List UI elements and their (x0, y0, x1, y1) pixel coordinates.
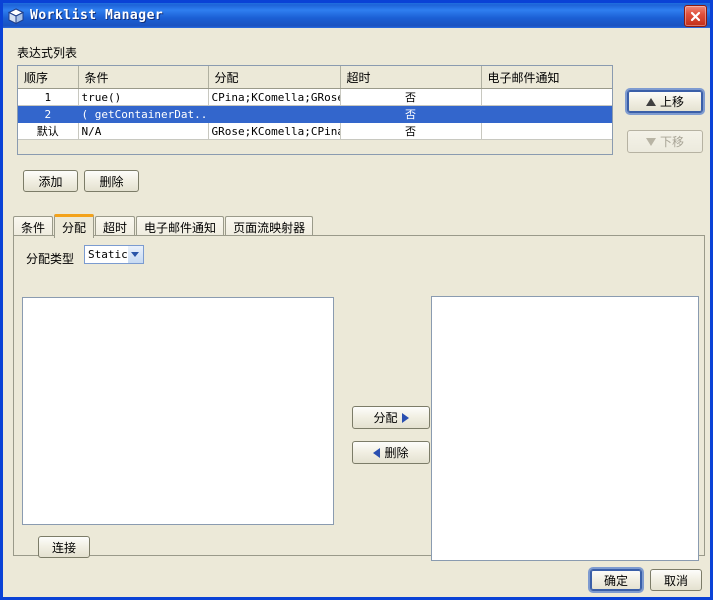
triangle-left-icon (373, 447, 381, 458)
expression-table[interactable]: 顺序 条件 分配 超时 电子邮件通知 1 true() CPina;KComel… (17, 65, 613, 155)
cell-condition: N/A (78, 122, 209, 140)
cell-email-notify (481, 105, 612, 123)
cancel-label: 取消 (663, 573, 688, 588)
connect-label: 连接 (51, 540, 76, 555)
tab-email-notification[interactable]: 电子邮件通知 (136, 216, 225, 237)
column-header-timeout[interactable]: 超时 (340, 66, 482, 89)
table-header-row: 顺序 条件 分配 超时 电子邮件通知 (18, 66, 612, 89)
move-down-label: 下移 (659, 135, 684, 149)
worklist-manager-window: Worklist Manager 表达式列表 顺序 条件 分配 超时 电子邮件通… (0, 0, 713, 600)
table-row[interactable]: 默认 N/A GRose;KComella;CPina; 否 (18, 122, 612, 140)
client-area: 表达式列表 顺序 条件 分配 超时 电子邮件通知 1 true() CPina;… (3, 28, 710, 597)
expression-list-label: 表达式列表 (17, 46, 78, 60)
cell-order: 默认 (18, 122, 79, 140)
delete-label: 删除 (99, 174, 124, 189)
column-header-order[interactable]: 顺序 (18, 66, 79, 89)
tab-label: 超时 (103, 220, 128, 235)
tab-label: 条件 (21, 220, 46, 235)
tab-label: 电子邮件通知 (144, 220, 217, 235)
cell-timeout: 否 (340, 122, 482, 140)
triangle-down-icon (645, 137, 656, 146)
tab-label: 分配 (62, 221, 87, 235)
assign-button[interactable]: 分配 (352, 406, 430, 429)
assign-label: 分配 (373, 411, 398, 425)
cancel-button[interactable]: 取消 (650, 569, 702, 591)
tab-label: 页面流映射器 (233, 220, 306, 235)
tab-strip: 条件 分配 超时 电子邮件通知 页面流映射器 (13, 214, 314, 238)
close-icon[interactable] (684, 5, 707, 27)
table-empty-area (18, 139, 612, 154)
window-title: Worklist Manager (30, 8, 164, 23)
move-up-button[interactable]: 上移 (627, 90, 703, 113)
cell-timeout: 否 (340, 105, 482, 123)
available-list[interactable] (22, 297, 334, 525)
table-row[interactable]: 1 true() CPina;KComella;GRose; 否 (18, 88, 612, 106)
table-row[interactable]: 2 ( getContainerDat... 否 (18, 105, 612, 123)
cell-timeout: 否 (340, 88, 482, 106)
tab-assignment[interactable]: 分配 (54, 214, 95, 238)
assigned-list[interactable] (431, 296, 699, 561)
tab-panel-assignment: 分配类型 Static 分配 删除 连接 (13, 235, 705, 561)
cell-condition: ( getContainerDat... (78, 105, 209, 123)
column-header-condition[interactable]: 条件 (78, 66, 209, 89)
add-button[interactable]: 添加 (23, 170, 78, 192)
cell-assignment: GRose;KComella;CPina; (208, 122, 341, 140)
ok-label: 确定 (603, 573, 628, 588)
title-bar[interactable]: Worklist Manager (3, 3, 710, 28)
cell-email-notify (481, 88, 612, 106)
tab-timeout[interactable]: 超时 (95, 216, 136, 237)
cell-assignment (208, 105, 341, 123)
connect-button[interactable]: 连接 (38, 536, 90, 558)
cell-email-notify (481, 122, 612, 140)
cube-icon (7, 7, 25, 25)
chevron-down-icon[interactable] (127, 246, 143, 263)
move-up-label: 上移 (659, 95, 684, 109)
move-down-button[interactable]: 下移 (627, 130, 703, 153)
add-label: 添加 (38, 174, 63, 189)
delete-button[interactable]: 删除 (84, 170, 139, 192)
cell-condition: true() (78, 88, 209, 106)
assignment-type-select[interactable]: Static (84, 245, 144, 264)
triangle-right-icon (401, 412, 409, 423)
tab-condition[interactable]: 条件 (13, 216, 54, 237)
triangle-up-icon (645, 97, 656, 106)
assignment-type-value: Static (88, 248, 128, 261)
cell-assignment: CPina;KComella;GRose; (208, 88, 341, 106)
column-header-assignment[interactable]: 分配 (208, 66, 341, 89)
cell-order: 2 (18, 105, 79, 123)
ok-button[interactable]: 确定 (590, 569, 642, 591)
cell-order: 1 (18, 88, 79, 106)
assignment-type-label: 分配类型 (26, 252, 75, 266)
column-header-email-notify[interactable]: 电子邮件通知 (481, 66, 612, 89)
remove-label: 删除 (384, 446, 409, 460)
remove-assignment-button[interactable]: 删除 (352, 441, 430, 464)
tab-page-flow-mapper[interactable]: 页面流映射器 (225, 216, 314, 237)
